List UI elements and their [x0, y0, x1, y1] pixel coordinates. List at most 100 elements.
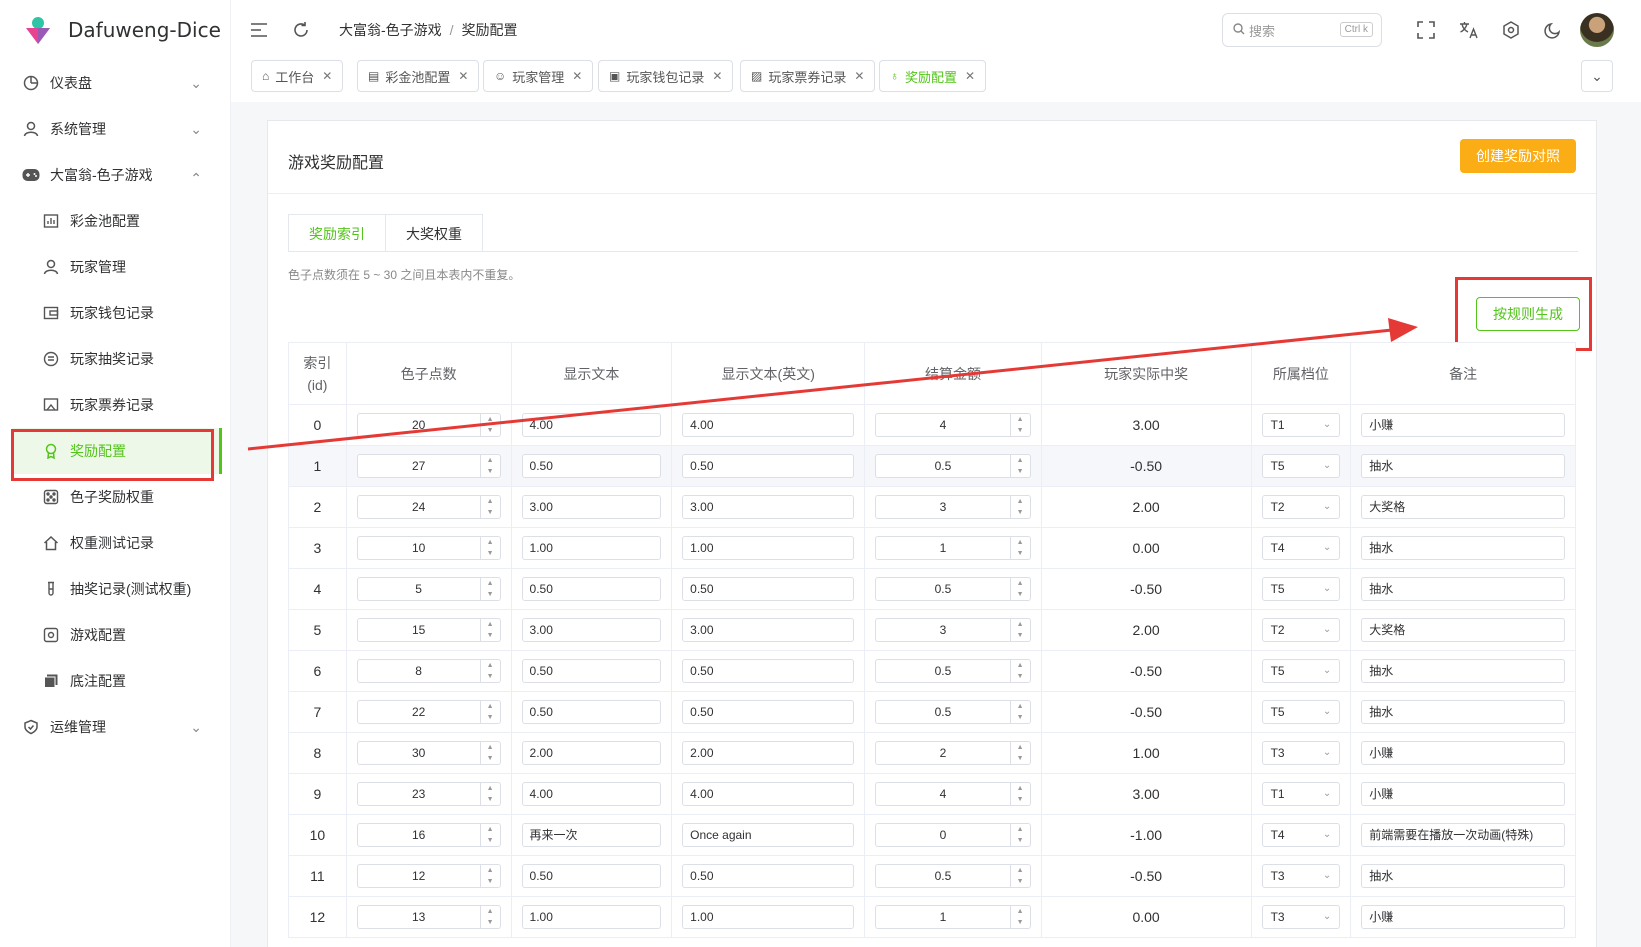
- tier-select[interactable]: T2 ⌄: [1261, 495, 1341, 519]
- tab-ticket-records[interactable]: ▨ 玩家票券记录 ✕: [740, 60, 876, 92]
- display-text-en-input[interactable]: 0.50: [682, 700, 855, 724]
- settle-amount-input[interactable]: 0 ▲ ▼: [875, 823, 1031, 847]
- display-text-input[interactable]: 4.00: [521, 413, 662, 437]
- stepper-icon[interactable]: ▲ ▼: [1009, 701, 1030, 723]
- sidebar-item-game-config[interactable]: 游戏配置: [0, 612, 230, 658]
- settle-amount-input[interactable]: 2 ▲ ▼: [875, 741, 1031, 765]
- note-input[interactable]: 小赚: [1361, 905, 1565, 929]
- stepper-icon[interactable]: ▲ ▼: [479, 537, 500, 559]
- dice-points-input[interactable]: 5 ▲ ▼: [356, 577, 501, 601]
- tab-wallet-records[interactable]: ▣ 玩家钱包记录 ✕: [598, 60, 734, 92]
- tier-select[interactable]: T4 ⌄: [1261, 536, 1341, 560]
- tier-select[interactable]: T3 ⌄: [1261, 864, 1341, 888]
- translate-icon[interactable]: [1457, 18, 1481, 42]
- breadcrumb-item[interactable]: 大富翁-色子游戏: [339, 22, 442, 38]
- dice-points-input[interactable]: 10 ▲ ▼: [356, 536, 501, 560]
- tier-select[interactable]: T5 ⌄: [1261, 659, 1341, 683]
- dice-points-input[interactable]: 12 ▲ ▼: [356, 864, 501, 888]
- sidebar-item-weight-tests[interactable]: 权重测试记录: [0, 520, 230, 566]
- dice-points-input[interactable]: 15 ▲ ▼: [356, 618, 501, 642]
- settle-amount-input[interactable]: 4 ▲ ▼: [875, 413, 1031, 437]
- stepper-icon[interactable]: ▲ ▼: [1009, 742, 1030, 764]
- display-text-input[interactable]: 0.50: [521, 700, 662, 724]
- display-text-en-input[interactable]: 3.00: [682, 495, 855, 519]
- settings-icon[interactable]: [1499, 18, 1523, 42]
- stepper-icon[interactable]: ▲ ▼: [479, 824, 500, 846]
- avatar[interactable]: [1580, 13, 1614, 47]
- display-text-en-input[interactable]: Once again: [682, 823, 855, 847]
- display-text-en-input[interactable]: 0.50: [682, 659, 855, 683]
- tier-select[interactable]: T1 ⌄: [1261, 413, 1341, 437]
- settle-amount-input[interactable]: 1 ▲ ▼: [875, 536, 1031, 560]
- search-input[interactable]: 搜索 Ctrl k: [1222, 13, 1382, 47]
- display-text-input[interactable]: 0.50: [521, 577, 662, 601]
- stepper-icon[interactable]: ▲ ▼: [1009, 496, 1030, 518]
- stepper-icon[interactable]: ▲ ▼: [479, 578, 500, 600]
- note-input[interactable]: 大奖格: [1361, 618, 1565, 642]
- display-text-input[interactable]: 3.00: [521, 618, 662, 642]
- display-text-input[interactable]: 1.00: [521, 536, 662, 560]
- dice-points-input[interactable]: 30 ▲ ▼: [356, 741, 501, 765]
- dice-points-input[interactable]: 27 ▲ ▼: [356, 454, 501, 478]
- display-text-input[interactable]: 0.50: [521, 454, 662, 478]
- sidebar-item-system[interactable]: 系统管理 ⌄: [0, 106, 230, 152]
- close-icon[interactable]: ✕: [572, 69, 582, 83]
- display-text-en-input[interactable]: 0.50: [682, 864, 855, 888]
- sidebar-item-test-lottery[interactable]: 抽奖记录(测试权重): [0, 566, 230, 612]
- display-text-input[interactable]: 0.50: [521, 659, 662, 683]
- dark-mode-icon[interactable]: [1541, 18, 1565, 42]
- stepper-icon[interactable]: ▲ ▼: [479, 783, 500, 805]
- dice-points-input[interactable]: 16 ▲ ▼: [356, 823, 501, 847]
- refresh-icon[interactable]: [289, 18, 313, 42]
- close-icon[interactable]: ✕: [965, 69, 975, 83]
- tab-reward-index[interactable]: 奖励索引: [288, 214, 386, 252]
- tier-select[interactable]: T5 ⌄: [1261, 700, 1341, 724]
- sidebar-item-dashboard[interactable]: 仪表盘 ⌄: [0, 60, 230, 106]
- tab-workbench[interactable]: ⌂ 工作台 ✕: [251, 60, 344, 92]
- display-text-input[interactable]: 3.00: [521, 495, 662, 519]
- menu-toggle-icon[interactable]: [247, 18, 271, 42]
- note-input[interactable]: 抽水: [1361, 864, 1565, 888]
- sidebar-item-base-bet[interactable]: 底注配置: [0, 658, 230, 704]
- stepper-icon[interactable]: ▲ ▼: [1009, 537, 1030, 559]
- sidebar-item-lottery-records[interactable]: 玩家抽奖记录: [0, 336, 230, 382]
- tab-jackpot-weight[interactable]: 大奖权重: [386, 214, 483, 252]
- display-text-en-input[interactable]: 0.50: [682, 577, 855, 601]
- stepper-icon[interactable]: ▲ ▼: [1009, 824, 1030, 846]
- tier-select[interactable]: T2 ⌄: [1261, 618, 1341, 642]
- settle-amount-input[interactable]: 0.5 ▲ ▼: [875, 864, 1031, 888]
- dice-points-input[interactable]: 8 ▲ ▼: [356, 659, 501, 683]
- fullscreen-icon[interactable]: [1414, 18, 1438, 42]
- stepper-icon[interactable]: ▲ ▼: [479, 865, 500, 887]
- stepper-icon[interactable]: ▲ ▼: [1009, 578, 1030, 600]
- stepper-icon[interactable]: ▲ ▼: [479, 496, 500, 518]
- stepper-icon[interactable]: ▲ ▼: [479, 414, 500, 436]
- settle-amount-input[interactable]: 1 ▲ ▼: [875, 905, 1031, 929]
- tier-select[interactable]: T5 ⌄: [1261, 577, 1341, 601]
- note-input[interactable]: 前端需要在播放一次动画(特殊): [1361, 823, 1565, 847]
- tier-select[interactable]: T4 ⌄: [1261, 823, 1341, 847]
- create-reward-mapping-button[interactable]: 创建奖励对照: [1460, 139, 1576, 173]
- tier-select[interactable]: T5 ⌄: [1261, 454, 1341, 478]
- note-input[interactable]: 抽水: [1361, 700, 1565, 724]
- display-text-en-input[interactable]: 3.00: [682, 618, 855, 642]
- settle-amount-input[interactable]: 0.5 ▲ ▼: [875, 577, 1031, 601]
- stepper-icon[interactable]: ▲ ▼: [479, 619, 500, 641]
- close-icon[interactable]: ✕: [458, 69, 468, 83]
- note-input[interactable]: 小赚: [1361, 413, 1565, 437]
- tabs-more-button[interactable]: ⌄: [1581, 60, 1613, 92]
- sidebar-item-wallet-records[interactable]: 玩家钱包记录: [0, 290, 230, 336]
- display-text-input[interactable]: 再来一次: [521, 823, 662, 847]
- stepper-icon[interactable]: ▲ ▼: [1009, 783, 1030, 805]
- stepper-icon[interactable]: ▲ ▼: [479, 701, 500, 723]
- close-icon[interactable]: ✕: [854, 69, 864, 83]
- display-text-en-input[interactable]: 4.00: [682, 782, 855, 806]
- app-logo[interactable]: Dafuweng-Dice: [0, 0, 230, 60]
- settle-amount-input[interactable]: 4 ▲ ▼: [875, 782, 1031, 806]
- note-input[interactable]: 大奖格: [1361, 495, 1565, 519]
- tab-players[interactable]: ☺ 玩家管理 ✕: [483, 60, 594, 92]
- display-text-en-input[interactable]: 4.00: [682, 413, 855, 437]
- dice-points-input[interactable]: 13 ▲ ▼: [356, 905, 501, 929]
- stepper-icon[interactable]: ▲ ▼: [479, 660, 500, 682]
- display-text-input[interactable]: 1.00: [521, 905, 662, 929]
